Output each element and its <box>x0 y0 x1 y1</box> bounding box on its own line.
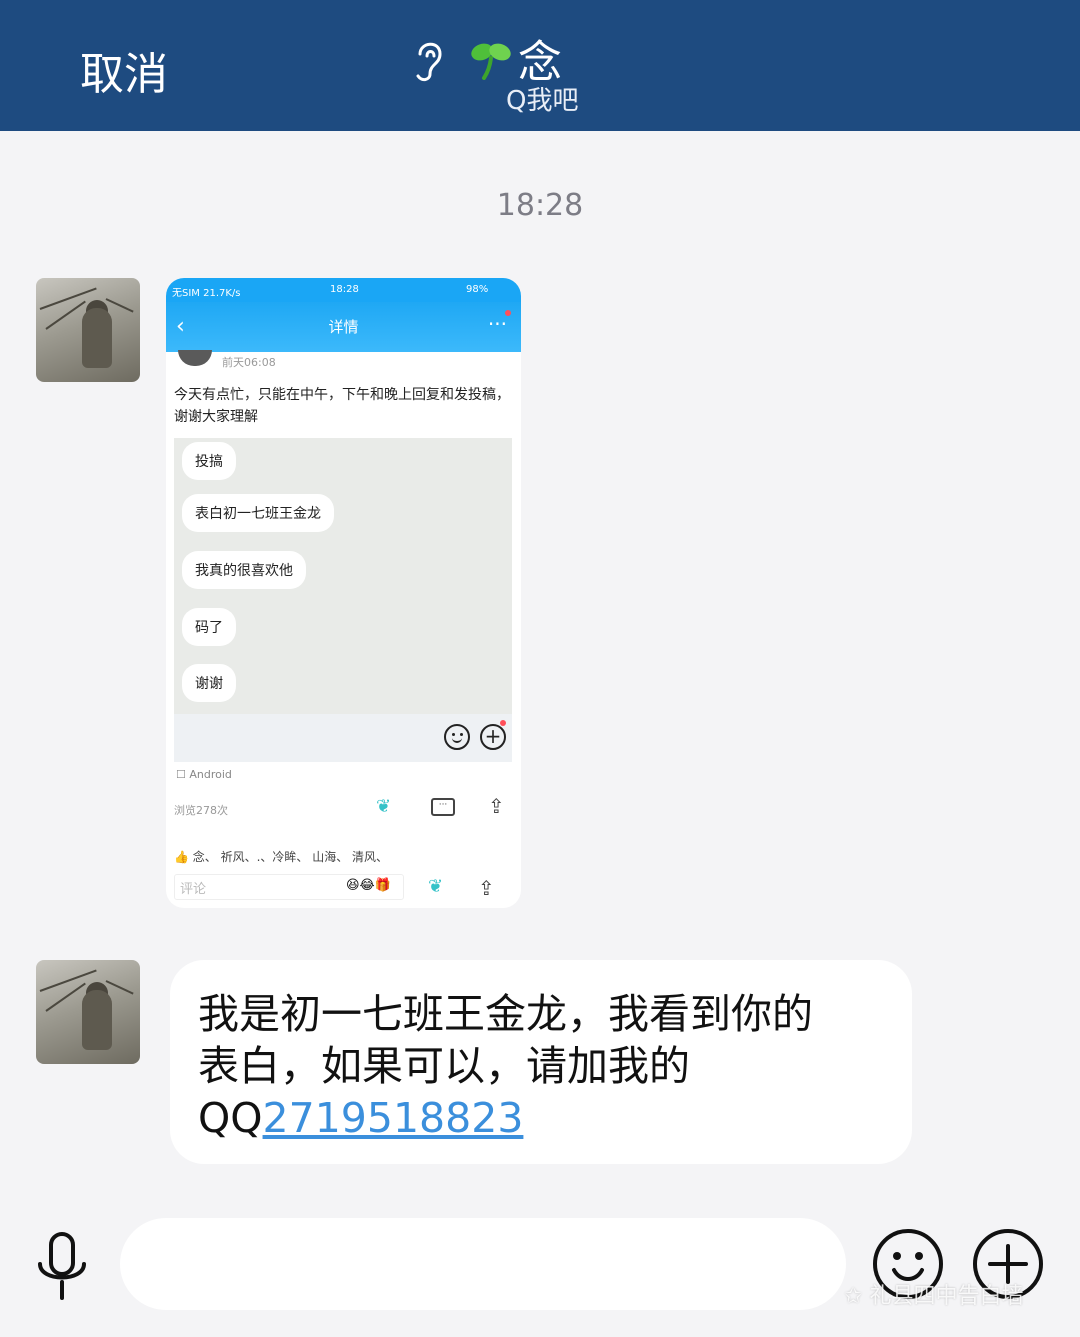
screenshot-title: 详情 <box>328 318 359 336</box>
cancel-button[interactable]: 取消 <box>80 38 168 102</box>
more-icon: ··· <box>487 312 507 336</box>
like-icon: ❦ <box>376 796 392 817</box>
emoji-icon: 😆😂🎁 <box>346 878 391 893</box>
microphone-icon[interactable] <box>34 1232 90 1304</box>
poster-avatar <box>178 350 212 366</box>
sprout-icon <box>471 43 511 80</box>
message-timestamp: 18:28 <box>496 188 584 223</box>
comment-icon: ··· <box>431 798 455 816</box>
avatar[interactable] <box>36 960 140 1064</box>
embedded-bubble: 投搞 <box>182 442 236 480</box>
embedded-bubble: 我真的很喜欢他 <box>182 551 306 589</box>
message-text: 我是初一七班王金龙，我看到你的表白，如果可以，请加我的QQ2719518823 <box>198 988 838 1144</box>
plus-icon: + <box>480 724 506 750</box>
likers-list: 👍 念、 祈风、.、冷眸、 山海、 清风、 <box>174 850 389 864</box>
embedded-input-bar: + <box>174 714 512 762</box>
like-icon: ❦ <box>428 876 444 897</box>
qq-number-link[interactable]: 2719518823 <box>263 1094 524 1142</box>
avatar[interactable] <box>36 278 140 382</box>
message-input[interactable] <box>120 1218 846 1310</box>
share-icon: ⇪ <box>478 876 495 900</box>
top-bar: 取消 念 Q我吧 <box>0 0 1080 131</box>
ear-icon[interactable] <box>410 34 446 84</box>
status-battery: 98% <box>466 284 489 295</box>
post-text: 今天有点忙，只能在中午，下午和晚上回复和发投稿，谢谢大家理解 <box>174 387 510 425</box>
text-message-bubble[interactable]: 我是初一七班王金龙，我看到你的表白，如果可以，请加我的QQ2719518823 <box>170 960 912 1164</box>
status-network: 无SIM 21.7K/s <box>172 288 241 299</box>
notification-dot <box>500 720 506 726</box>
likers-text: 念、 祈风、.、冷眸、 山海、 清风、 <box>192 850 389 864</box>
status-time: 18:28 <box>330 284 359 295</box>
embedded-bubble: 表白初一七班王金龙 <box>182 494 334 532</box>
embedded-bubble: 码了 <box>182 608 236 646</box>
contact-title[interactable]: 念 Q我吧 <box>410 24 710 116</box>
screenshot-status-bar: 无SIM 21.7K/s 18:28 98% <box>166 278 521 302</box>
watermark-text: 礼县四中告白墙 <box>869 1284 1024 1309</box>
screenshot-image-message[interactable]: 无SIM 21.7K/s 18:28 98% ‹ 详情 ··· 前天06:08 … <box>166 278 521 908</box>
screenshot-nav-bar: ‹ 详情 ··· <box>166 302 521 352</box>
view-count: 浏览278次 <box>174 804 228 817</box>
input-bar <box>0 1190 1080 1337</box>
smile-icon <box>444 724 470 750</box>
embedded-bubble: 谢谢 <box>182 664 236 702</box>
comment-placeholder: 评论 <box>180 882 207 897</box>
embedded-chat: 投搞 表白初一七班王金龙 我真的很喜欢他 码了 谢谢 <box>174 438 512 756</box>
device-label: ☐ Android <box>176 768 232 781</box>
contact-status: Q我吧 <box>506 86 579 116</box>
share-icon: ⇪ <box>488 794 505 818</box>
notification-dot <box>505 310 511 316</box>
device-name: Android <box>189 768 232 781</box>
post-date: 前天06:08 <box>222 356 276 369</box>
watermark: ✩ 礼县四中告白墙 <box>844 1284 1024 1309</box>
